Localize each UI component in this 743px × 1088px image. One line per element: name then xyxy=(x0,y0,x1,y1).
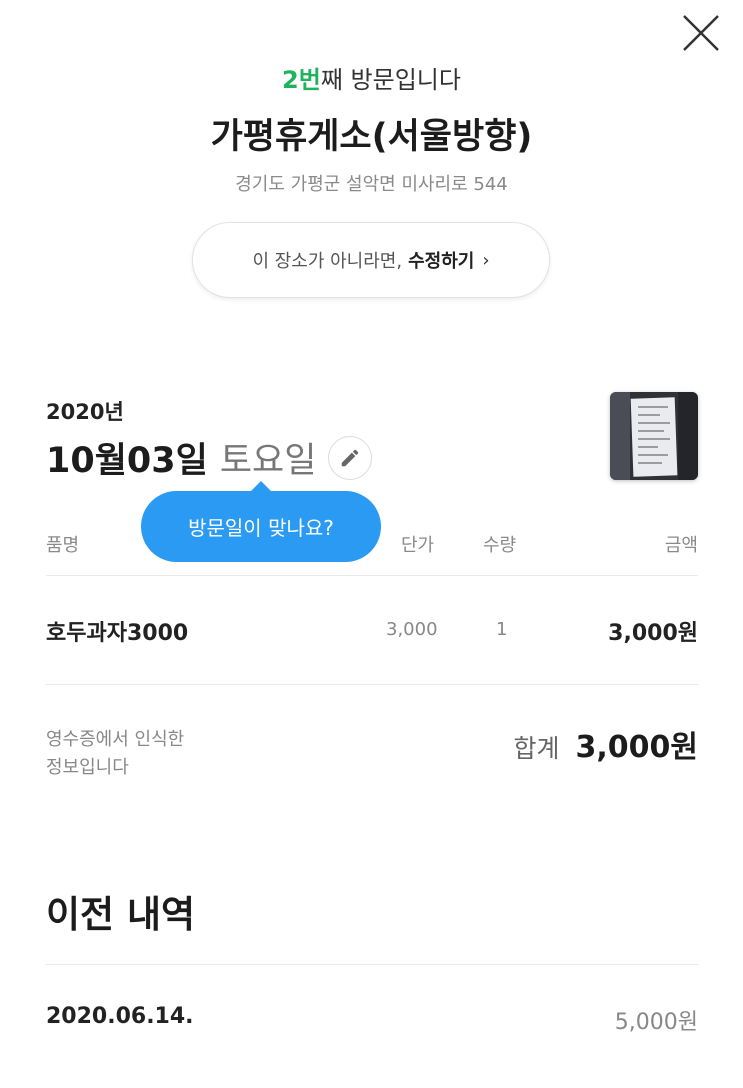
total-value: 3,000원 xyxy=(575,730,699,765)
visit-date: 10월03일 xyxy=(46,441,208,481)
receipt-thumbnail[interactable] xyxy=(610,392,698,480)
col-header-qty: 수량 xyxy=(483,535,517,556)
item-name: 호두과자3000 xyxy=(46,621,189,646)
history-title: 이전 내역 xyxy=(46,893,196,936)
history-divider xyxy=(46,964,698,965)
visit-count-line: 2번째 방문입니다 xyxy=(0,60,743,95)
date-confirm-tooltip[interactable]: 방문일이 맞나요? xyxy=(141,491,381,562)
table-header-divider xyxy=(46,575,698,576)
close-icon xyxy=(683,15,719,51)
visit-count-suffix: 째 방문입니다 xyxy=(320,66,461,94)
item-unit-price: 3,000 xyxy=(386,619,438,640)
edit-date-button[interactable] xyxy=(328,435,373,480)
receipt-note-line2: 정보입니다 xyxy=(46,757,129,778)
item-qty: 1 xyxy=(496,619,508,640)
history-item-amount: 5,000원 xyxy=(614,1010,698,1035)
edit-place-button[interactable]: 이 장소가 아니라면, 수정하기 › xyxy=(192,222,550,298)
visit-weekday: 토요일 xyxy=(219,441,317,481)
history-item-date[interactable]: 2020.06.14. xyxy=(46,1004,194,1029)
chevron-right-icon: › xyxy=(482,249,490,271)
col-header-unit-price: 단가 xyxy=(401,535,435,556)
receipt-recognition-note: 영수증에서 인식한 정보입니다 xyxy=(46,726,184,782)
visit-date-row: 10월03일 토요일 xyxy=(46,432,373,483)
edit-place-action: 수정하기 xyxy=(408,251,475,272)
receipt-photo xyxy=(610,392,698,480)
col-header-name: 품명 xyxy=(46,535,80,556)
col-header-amount: 금액 xyxy=(664,535,698,556)
visit-count: 2번 xyxy=(282,66,321,94)
total-label: 합계 xyxy=(513,734,560,763)
item-amount: 3,000원 xyxy=(608,621,698,646)
place-address: 경기도 가평군 설악면 미사리로 544 xyxy=(235,174,508,195)
visit-year: 2020년 xyxy=(46,400,124,424)
place-name: 가평휴게소(서울방향) xyxy=(210,117,533,157)
total-row: 합계 3,000원 xyxy=(513,722,698,766)
pencil-icon xyxy=(342,449,359,466)
edit-place-prefix: 이 장소가 아니라면, xyxy=(252,251,403,272)
close-button[interactable] xyxy=(676,8,726,58)
receipt-note-line1: 영수증에서 인식한 xyxy=(46,729,185,750)
table-row-divider xyxy=(46,684,698,685)
